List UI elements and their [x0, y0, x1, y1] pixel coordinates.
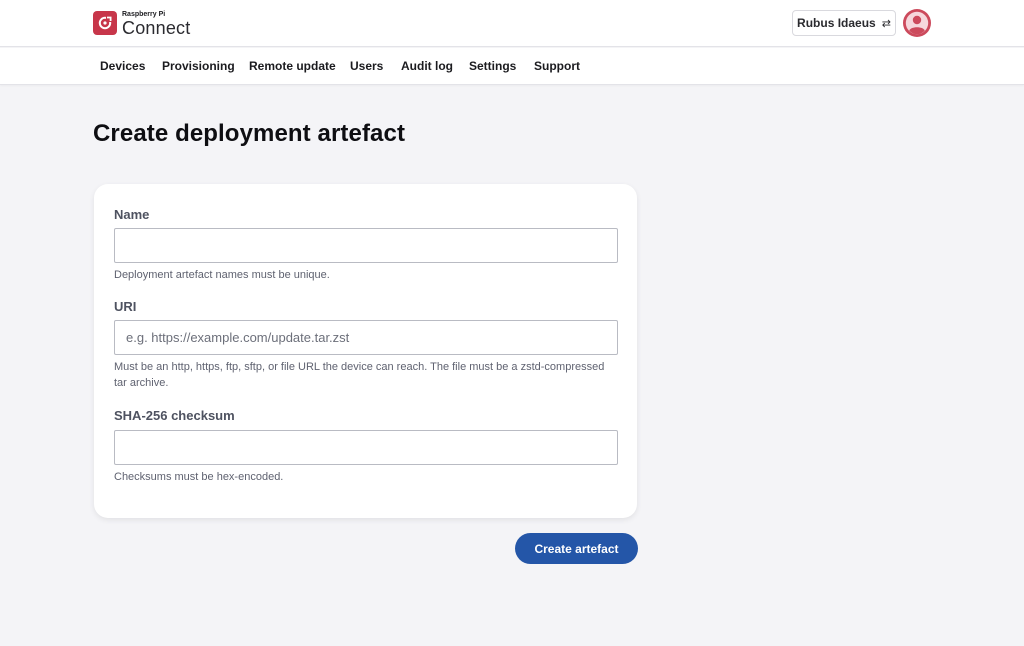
- artefact-form-card: Name Deployment artefact names must be u…: [94, 184, 637, 518]
- uri-field-label: URI: [114, 299, 137, 314]
- organisation-switcher-button[interactable]: Rubus Idaeus ⇄: [792, 10, 896, 36]
- name-help-text: Deployment artefact names must be unique…: [114, 269, 330, 281]
- nav-item-devices[interactable]: Devices: [100, 59, 145, 73]
- user-avatar-icon[interactable]: [903, 9, 931, 37]
- nav-item-support[interactable]: Support: [534, 59, 580, 73]
- uri-input[interactable]: [114, 320, 618, 355]
- main-navigation: Devices Provisioning Remote update Users…: [0, 48, 1024, 85]
- top-header: Raspberry Pi Connect Rubus Idaeus ⇄: [0, 0, 1024, 47]
- name-input[interactable]: [114, 228, 618, 263]
- brand-subtitle: Raspberry Pi: [122, 11, 166, 18]
- swap-arrows-icon: ⇄: [881, 17, 891, 30]
- create-artefact-button[interactable]: Create artefact: [515, 533, 638, 564]
- nav-item-settings[interactable]: Settings: [469, 59, 516, 73]
- nav-item-audit-log[interactable]: Audit log: [401, 59, 453, 73]
- brand-name: Connect: [122, 18, 191, 38]
- brand-logo[interactable]: Raspberry Pi Connect: [93, 10, 190, 37]
- nav-item-users[interactable]: Users: [350, 59, 383, 73]
- nav-item-remote-update[interactable]: Remote update: [249, 59, 336, 73]
- checksum-help-text: Checksums must be hex-encoded.: [114, 471, 284, 483]
- page-title: Create deployment artefact: [93, 120, 406, 147]
- checksum-field-label: SHA-256 checksum: [114, 408, 235, 423]
- name-field-label: Name: [114, 207, 150, 222]
- uri-help-text: Must be an http, https, ftp, sftp, or fi…: [114, 361, 605, 389]
- organisation-name: Rubus Idaeus: [797, 16, 876, 30]
- checksum-input[interactable]: [114, 430, 618, 465]
- raspberry-pi-connect-logo-icon: [93, 11, 117, 35]
- nav-item-provisioning[interactable]: Provisioning: [162, 59, 235, 73]
